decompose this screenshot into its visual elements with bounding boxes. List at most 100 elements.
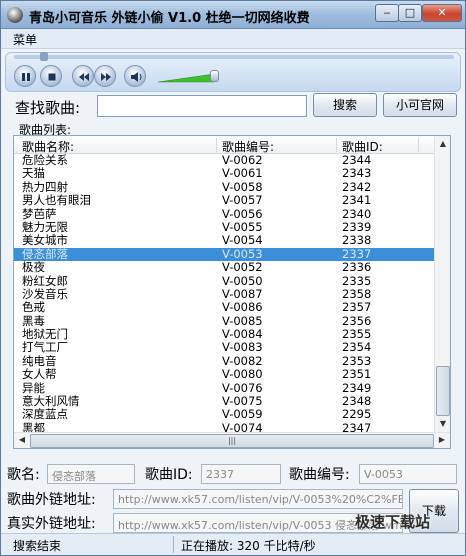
- song-code-field[interactable]: V-0053: [359, 464, 457, 484]
- search-input[interactable]: [97, 95, 307, 117]
- song-row[interactable]: 色戒 V-0086 2357: [14, 300, 434, 315]
- playback-progress-knob[interactable]: [40, 52, 48, 61]
- song-row[interactable]: 意大利风情 V-0075 2348: [14, 394, 434, 409]
- song-name-cell: 梦芭萨: [22, 206, 57, 221]
- song-row[interactable]: 男人也有眼泪 V-0057 2341: [14, 193, 434, 208]
- song-id-cell: 2342: [342, 179, 372, 194]
- song-id-cell: 2353: [342, 353, 372, 368]
- previous-button[interactable]: [72, 65, 94, 87]
- song-id-field[interactable]: 2337: [201, 464, 281, 484]
- song-id-cell: 2343: [342, 166, 372, 181]
- song-name-cell: 侵忞部落: [22, 246, 68, 261]
- song-name-cell: 女人帮: [22, 367, 57, 382]
- song-id-cell: 2357: [342, 300, 372, 315]
- minimize-button[interactable]: ‒: [375, 4, 399, 22]
- song-row[interactable]: 异能 V-0076 2349: [14, 380, 434, 395]
- scroll-left-arrow-icon[interactable]: ◀: [15, 433, 29, 447]
- horizontal-scrollbar[interactable]: ◀ ||| ▶: [14, 432, 450, 448]
- song-row[interactable]: 危险关系 V-0062 2344: [14, 153, 434, 167]
- song-code-cell: V-0053: [222, 246, 263, 261]
- volume-slider[interactable]: [158, 73, 214, 83]
- song-row[interactable]: 女人帮 V-0080 2351: [14, 367, 434, 382]
- song-row[interactable]: 极夜 V-0052 2336: [14, 260, 434, 275]
- vertical-scroll-thumb[interactable]: [436, 366, 450, 416]
- song-id-cell: 2340: [342, 206, 372, 221]
- vertical-scrollbar[interactable]: ▲ ▼: [434, 136, 450, 432]
- stop-icon: [48, 73, 56, 81]
- playback-status: 正在播放: 320 千比特/秒: [181, 539, 316, 553]
- playback-progress-track[interactable]: [14, 52, 454, 61]
- song-code-cell: V-0087: [222, 286, 263, 301]
- song-row[interactable]: 美女城市 V-0054 2338: [14, 233, 434, 248]
- search-label: 查找歌曲:: [15, 99, 81, 117]
- song-id-cell: 2355: [342, 327, 372, 342]
- song-id-cell: 2341: [342, 193, 372, 208]
- song-row[interactable]: 地狱无门 V-0084 2355: [14, 327, 434, 342]
- scroll-down-arrow-icon[interactable]: ▼: [436, 417, 450, 431]
- song-code-cell: V-0085: [222, 313, 263, 328]
- column-divider[interactable]: [418, 138, 419, 152]
- song-name-cell: 纯电音: [22, 353, 57, 368]
- song-id-cell: 2338: [342, 233, 372, 248]
- song-id-cell: 2351: [342, 367, 372, 382]
- search-button[interactable]: 搜索: [313, 93, 377, 117]
- song-row[interactable]: 天猫 V-0061 2343: [14, 166, 434, 181]
- close-button[interactable]: ✕: [422, 4, 462, 22]
- song-name-cell: 异能: [22, 380, 45, 395]
- previous-icon: [79, 73, 89, 81]
- song-id-cell: 2339: [342, 219, 372, 234]
- song-row[interactable]: 打气工厂 V-0083 2354: [14, 340, 434, 355]
- status-divider: [173, 536, 174, 553]
- song-name-cell: 热力四射: [22, 179, 68, 194]
- song-name-cell: 魅力无限: [22, 219, 68, 234]
- song-row[interactable]: 黑毒 V-0085 2356: [14, 313, 434, 328]
- column-divider[interactable]: [216, 138, 217, 152]
- horizontal-scroll-thumb[interactable]: |||: [30, 434, 434, 448]
- status-bar: 搜索结束 正在播放: 320 千比特/秒: [1, 533, 465, 555]
- song-row[interactable]: 梦芭萨 V-0056 2340: [14, 206, 434, 221]
- song-list[interactable]: 歌曲名称: 歌曲编号: 歌曲ID: 危险关系 V-0062 2344 天猫 V-0061…: [13, 135, 451, 449]
- song-code-cell: V-0080: [222, 367, 263, 382]
- song-code-cell: V-0062: [222, 153, 263, 167]
- song-row[interactable]: 热力四射 V-0058 2342: [14, 179, 434, 194]
- maximize-button[interactable]: □: [398, 4, 422, 22]
- scroll-right-arrow-icon[interactable]: ▶: [435, 433, 449, 447]
- song-name-cell: 黑毒: [22, 313, 45, 328]
- official-site-button[interactable]: 小可官网: [383, 93, 457, 117]
- song-id-label: 歌曲ID:: [145, 467, 193, 483]
- menu-item-main[interactable]: 菜单: [13, 31, 37, 48]
- song-code-cell: V-0058: [222, 179, 263, 194]
- song-row[interactable]: 沙发音乐 V-0087 2358: [14, 286, 434, 301]
- app-icon: [7, 7, 23, 23]
- song-id-cell: 2337: [342, 246, 372, 261]
- song-row[interactable]: 魅力无限 V-0055 2339: [14, 219, 434, 234]
- song-row-selected[interactable]: 侵忞部落 V-0053 2337: [14, 246, 434, 262]
- song-code-cell: V-0083: [222, 340, 263, 355]
- column-divider[interactable]: [336, 138, 337, 152]
- next-button[interactable]: [94, 65, 116, 87]
- song-id-cell: 2354: [342, 340, 372, 355]
- song-code-cell: V-0061: [222, 166, 263, 181]
- pause-button[interactable]: [14, 65, 36, 87]
- song-name-cell: 深度蓝点: [22, 407, 68, 422]
- external-link-field[interactable]: http://www.xk57.com/listen/vip/V-0053%20…: [113, 489, 403, 509]
- next-icon: [101, 73, 111, 81]
- song-row[interactable]: 深度蓝点 V-0059 2295: [14, 407, 434, 422]
- song-row[interactable]: 粉红女郎 V-0050 2335: [14, 274, 434, 288]
- song-row[interactable]: 纯电音 V-0082 2353: [14, 353, 434, 368]
- scroll-up-arrow-icon[interactable]: ▲: [436, 137, 450, 151]
- song-name-field[interactable]: 侵忞部落: [47, 464, 135, 484]
- stop-button[interactable]: [40, 65, 62, 87]
- song-list-header: 歌曲名称: 歌曲编号: 歌曲ID:: [14, 136, 434, 154]
- window-title: 青岛小可音乐 外链小偷 V1.0 杜绝一切网络收费: [29, 11, 310, 26]
- song-code-cell: V-0057: [222, 193, 263, 208]
- volume-button[interactable]: [124, 65, 146, 87]
- status-message: 搜索结束: [13, 539, 62, 553]
- app-window: 青岛小可音乐 外链小偷 V1.0 杜绝一切网络收费 ‒ □ ✕ 菜单 查找歌曲:: [0, 0, 466, 556]
- title-bar[interactable]: 青岛小可音乐 外链小偷 V1.0 杜绝一切网络收费 ‒ □ ✕: [1, 1, 465, 29]
- song-name-cell: 危险关系: [22, 153, 68, 167]
- song-name-cell: 极夜: [22, 260, 45, 275]
- player-toolbar: [5, 52, 461, 92]
- song-name-cell: 意大利风情: [22, 394, 80, 409]
- volume-knob[interactable]: [210, 70, 219, 82]
